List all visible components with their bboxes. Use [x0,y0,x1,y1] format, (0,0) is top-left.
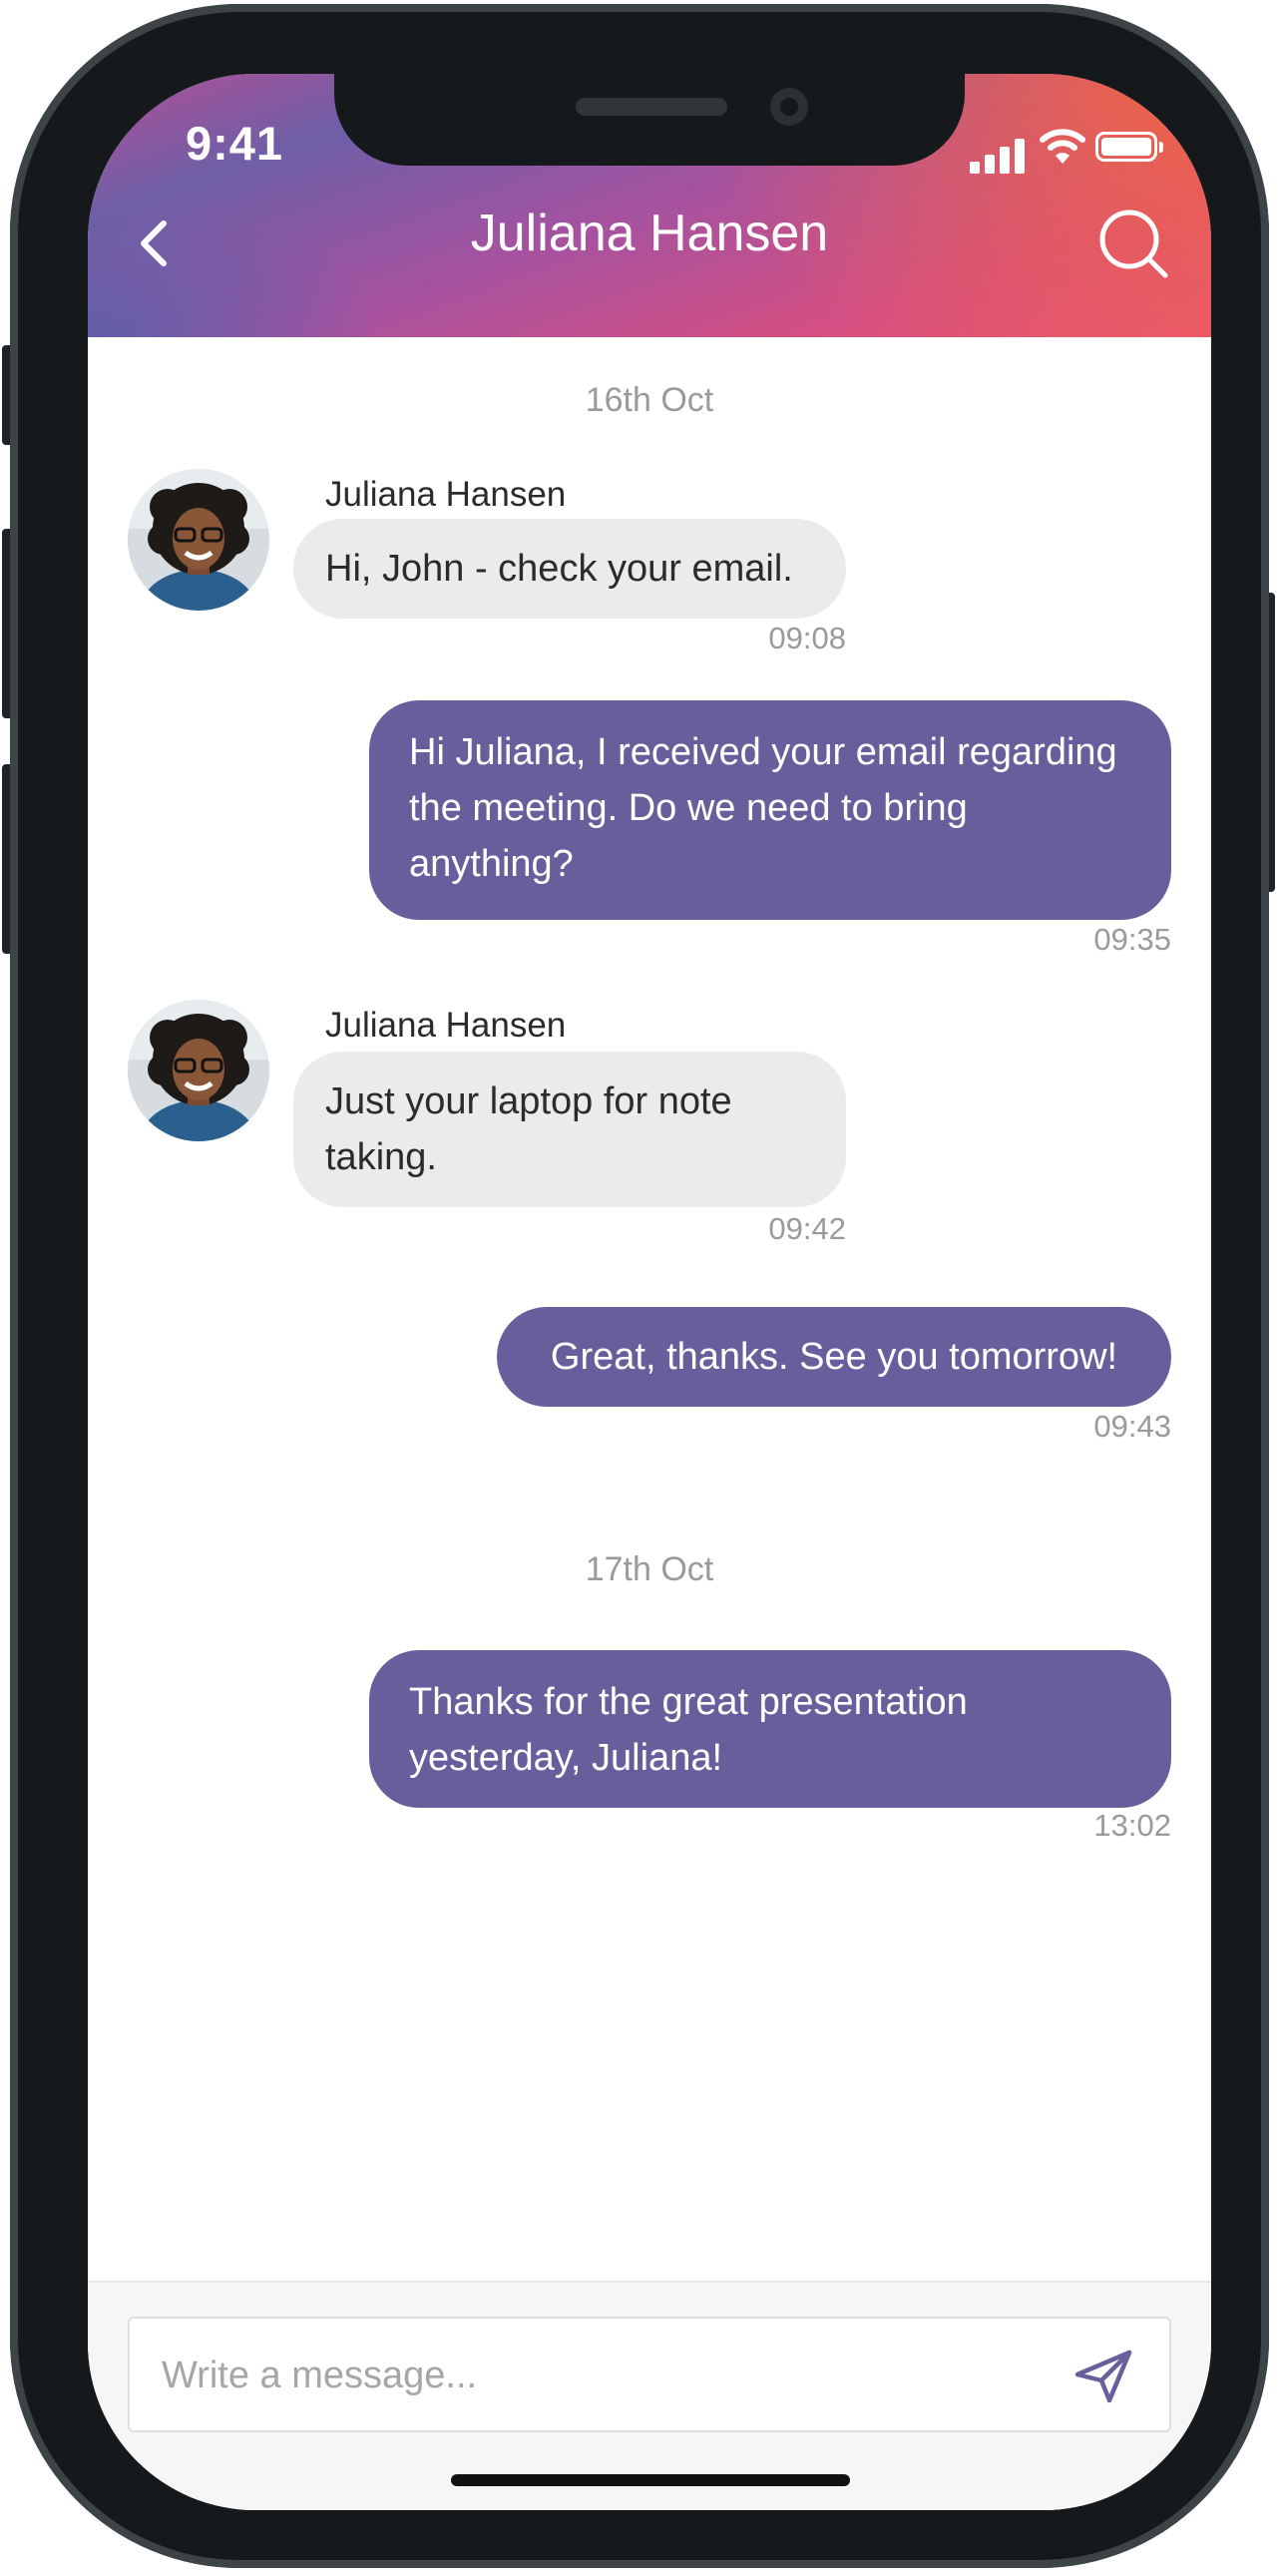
wifi-icon [1040,129,1085,164]
incoming-message-bubble[interactable]: Just your laptop for note taking. [293,1052,846,1207]
message-text-line: anything? [409,843,574,885]
chat-screen: 9:41 Juliana Hansen 16th Oct Juliana Han… [88,74,1211,2510]
message-text: Hi, John - check your email. [325,548,793,590]
outgoing-message-bubble[interactable]: Great, thanks. See you tomorrow! [497,1307,1171,1407]
message-input[interactable] [160,2319,1042,2432]
message-timestamp: 13:02 [1093,1808,1171,1843]
message-text-line: taking. [325,1136,437,1178]
date-separator: 17th Oct [585,1550,714,1588]
earpiece-speaker [576,98,727,116]
message-timestamp: 09:08 [768,621,846,655]
date-separator: 16th Oct [585,381,714,419]
message-text: Great, thanks. See you tomorrow! [550,1336,1118,1378]
notch [334,74,965,166]
message-timestamp: 09:43 [1093,1409,1171,1444]
message-text-line: Hi Juliana, I received your email regard… [409,731,1117,773]
message-text-line: the meeting. Do we need to bring [409,787,968,829]
message-timestamp: 09:42 [768,1211,846,1246]
avatar[interactable] [128,469,269,611]
outgoing-message-bubble[interactable]: Hi Juliana, I received your email regard… [369,700,1171,920]
message-text-line: Just your laptop for note [325,1080,732,1122]
message-timestamp: 09:35 [1093,922,1171,957]
contact-name-title: Juliana Hansen [470,205,829,262]
avatar-photo-icon [128,1000,269,1141]
front-camera [770,88,808,126]
status-time: 9:41 [186,117,284,170]
battery-icon [1095,132,1163,162]
message-text-line: yesterday, Juliana! [409,1737,723,1779]
home-indicator[interactable] [451,2474,850,2486]
avatar[interactable] [128,1000,269,1141]
message-composer [128,2317,1171,2432]
avatar-photo-icon [128,469,269,611]
search-icon[interactable] [1095,206,1171,281]
outgoing-message-bubble[interactable]: Thanks for the great presentation yester… [369,1650,1171,1808]
sender-name: Juliana Hansen [325,475,567,514]
incoming-message-bubble[interactable]: Hi, John - check your email. [293,519,846,619]
paper-plane-icon[interactable] [1073,2349,1133,2404]
sender-name: Juliana Hansen [325,1006,567,1045]
cellular-signal-icon [970,134,1030,174]
phone-frame: 9:41 Juliana Hansen 16th Oct Juliana Han… [10,4,1269,2568]
message-text-line: Thanks for the great presentation [409,1681,968,1723]
